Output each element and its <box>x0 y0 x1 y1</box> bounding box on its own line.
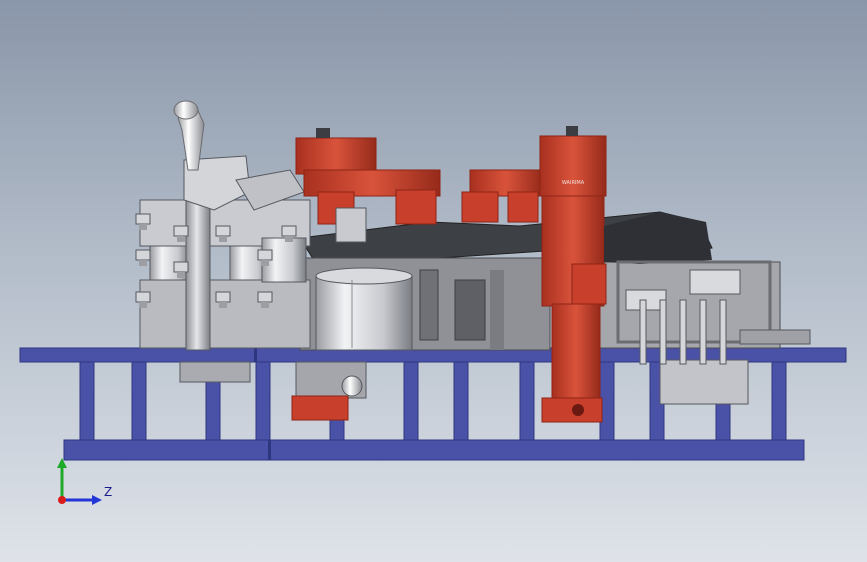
fitting-8 <box>257 249 273 261</box>
center-slot-1 <box>419 269 439 341</box>
frame-leg-1 <box>79 361 95 441</box>
frame-leg-8 <box>519 361 535 441</box>
z-axis-arrow-icon <box>92 495 102 505</box>
fitting-stem-1 <box>139 224 147 230</box>
fitting-stem-5 <box>177 272 185 278</box>
left-base-block <box>139 279 311 349</box>
red-clamp-left-head <box>295 137 377 175</box>
fitting-4 <box>173 225 189 237</box>
frame-lower-rail <box>63 439 805 461</box>
guide-rod-3 <box>679 299 687 365</box>
left-clamp-stack[interactable] <box>135 100 311 383</box>
fitting-stem-2 <box>139 260 147 266</box>
red-clamp-middle[interactable] <box>461 169 543 223</box>
fitting-5 <box>173 261 189 273</box>
red-clamp-middle-leg-2 <box>507 191 539 223</box>
red-clamp-middle-leg-1 <box>461 191 499 223</box>
guide-rod-5 <box>719 299 727 365</box>
center-slot-2 <box>454 279 486 341</box>
right-side-arm <box>739 329 811 345</box>
fitting-1 <box>135 213 151 225</box>
fitting-stem-6 <box>219 236 227 242</box>
tower-foot-bolt-icon <box>572 404 584 416</box>
lower-red-block <box>291 395 349 421</box>
center-slot-3 <box>490 270 504 350</box>
red-clamp-left-pad <box>335 207 367 243</box>
guide-rod-2 <box>659 299 667 365</box>
tower-cap <box>566 126 578 136</box>
axis-triad: Z <box>57 458 112 505</box>
fitting-6 <box>215 225 231 237</box>
frame-leg-2 <box>131 361 147 441</box>
frame-leg-4 <box>255 361 271 441</box>
fitting-9 <box>257 291 273 303</box>
red-clamp-tower[interactable]: WAIRIMA <box>539 126 607 423</box>
fitting-stem-7 <box>219 302 227 308</box>
guide-rod-1 <box>639 299 647 365</box>
fitting-stem-8 <box>261 260 269 266</box>
fixture-assembly-model[interactable]: WAIRIMA <box>0 0 867 562</box>
main-cylinder-body <box>315 275 413 351</box>
guide-rod-4 <box>699 299 707 365</box>
frame-leg-7 <box>453 361 469 441</box>
tower-bracket <box>571 263 607 305</box>
right-slide-2 <box>689 269 741 295</box>
fitting-stem-4 <box>177 236 185 242</box>
right-block-lower <box>659 359 749 405</box>
frame-upper-rail-seam-left <box>254 348 257 362</box>
y-axis-arrow-icon <box>57 458 67 468</box>
fitting-7 <box>215 291 231 303</box>
cad-viewport[interactable]: WAIRIMA Z <box>0 0 867 562</box>
tower-head <box>539 135 607 197</box>
red-clamp-left-leg-2 <box>395 189 437 225</box>
fitting-3 <box>135 291 151 303</box>
frame-leg-6 <box>403 361 419 441</box>
bolt-icon <box>341 375 363 397</box>
fitting-stem-10 <box>285 236 293 242</box>
left-bottom-bracket <box>179 361 251 383</box>
fitting-stem-9 <box>261 302 269 308</box>
fitting-2 <box>135 249 151 261</box>
fitting-stem-3 <box>139 302 147 308</box>
z-axis-label: Z <box>104 485 112 499</box>
main-cylinder-cap <box>315 267 413 285</box>
cylinder-brand-label: WAIRIMA <box>562 180 585 186</box>
toggle-knob-icon[interactable] <box>173 100 199 120</box>
tower-cylinder <box>551 303 601 401</box>
fitting-10 <box>281 225 297 237</box>
frame-leg-12 <box>771 361 787 441</box>
red-clamp-left-cap <box>316 128 330 138</box>
frame-lower-rail-seam <box>268 440 271 460</box>
origin-dot-icon <box>58 496 66 504</box>
